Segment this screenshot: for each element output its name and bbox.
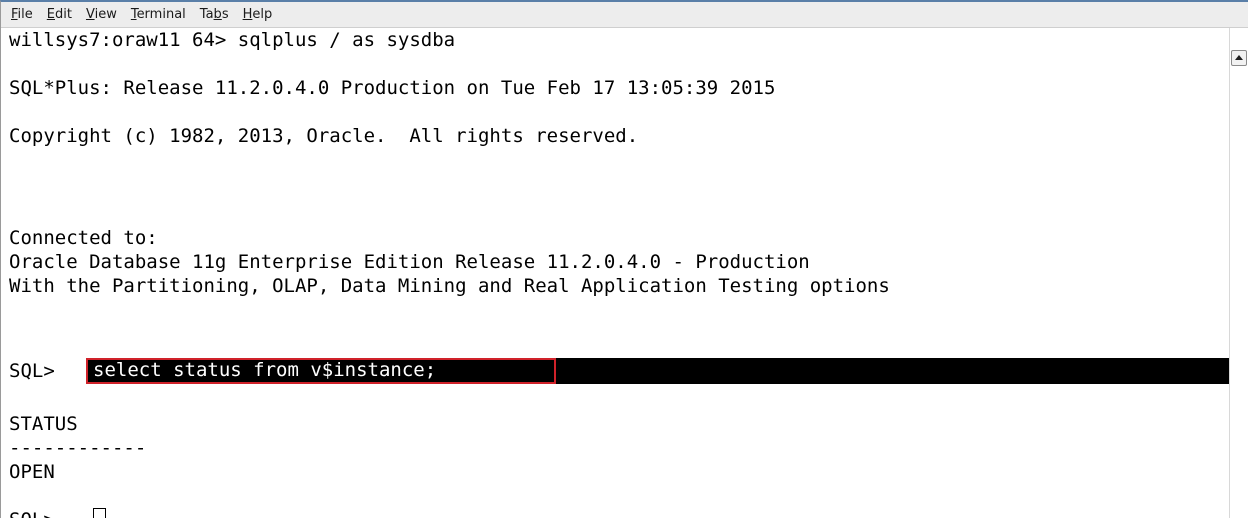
terminal-line: Oracle Database 11g Enterprise Edition R… (9, 251, 810, 273)
menu-view-label: iew (94, 6, 117, 22)
sql-prompt: SQL> (9, 508, 66, 518)
menu-help-mnemonic: H (242, 6, 253, 22)
sql-prompt: SQL> (9, 360, 67, 382)
annotation-box (86, 358, 556, 384)
result-header: STATUS (9, 413, 78, 435)
menu-terminal[interactable]: Terminal (124, 2, 193, 28)
menu-edit-mnemonic: E (46, 6, 55, 22)
result-value: OPEN (9, 461, 55, 483)
menu-help-label: elp (252, 6, 273, 22)
menu-edit-label: dit (55, 6, 72, 22)
terminal-output[interactable]: willsys7:oraw11 64> sqlplus / as sysdba … (1, 28, 1229, 518)
vertical-scrollbar[interactable] (1229, 28, 1248, 518)
menu-bar: File Edit View Terminal Tabs Help (1, 2, 1248, 28)
scroll-up-arrow-icon[interactable] (1231, 50, 1247, 66)
menu-tabs[interactable]: Tabs (193, 2, 236, 28)
menu-view-mnemonic: V (85, 6, 95, 22)
result-separator: ------------ (9, 437, 147, 459)
terminal-line: Connected to: (9, 227, 158, 249)
menu-tabs-mnemonic: b (213, 6, 222, 22)
terminal-line: Copyright (c) 1982, 2013, Oracle. All ri… (9, 125, 639, 147)
menu-tabs-label: s (221, 6, 229, 22)
menu-file-label: ile (17, 6, 33, 22)
menu-tabs-prefix: Ta (199, 6, 214, 22)
menu-view[interactable]: View (79, 2, 124, 28)
menu-edit[interactable]: Edit (40, 2, 79, 28)
terminal-line: willsys7:oraw11 64> sqlplus / as sysdba (9, 29, 456, 51)
menu-help[interactable]: Help (236, 2, 280, 28)
terminal-window: File Edit View Terminal Tabs Help willsy… (0, 0, 1248, 518)
terminal-line: SQL*Plus: Release 11.2.0.4.0 Production … (9, 77, 776, 99)
terminal-line: With the Partitioning, OLAP, Data Mining… (9, 275, 890, 297)
menu-terminal-label: erminal (136, 6, 186, 22)
text-cursor (93, 508, 106, 518)
menu-file[interactable]: File (1, 2, 40, 28)
